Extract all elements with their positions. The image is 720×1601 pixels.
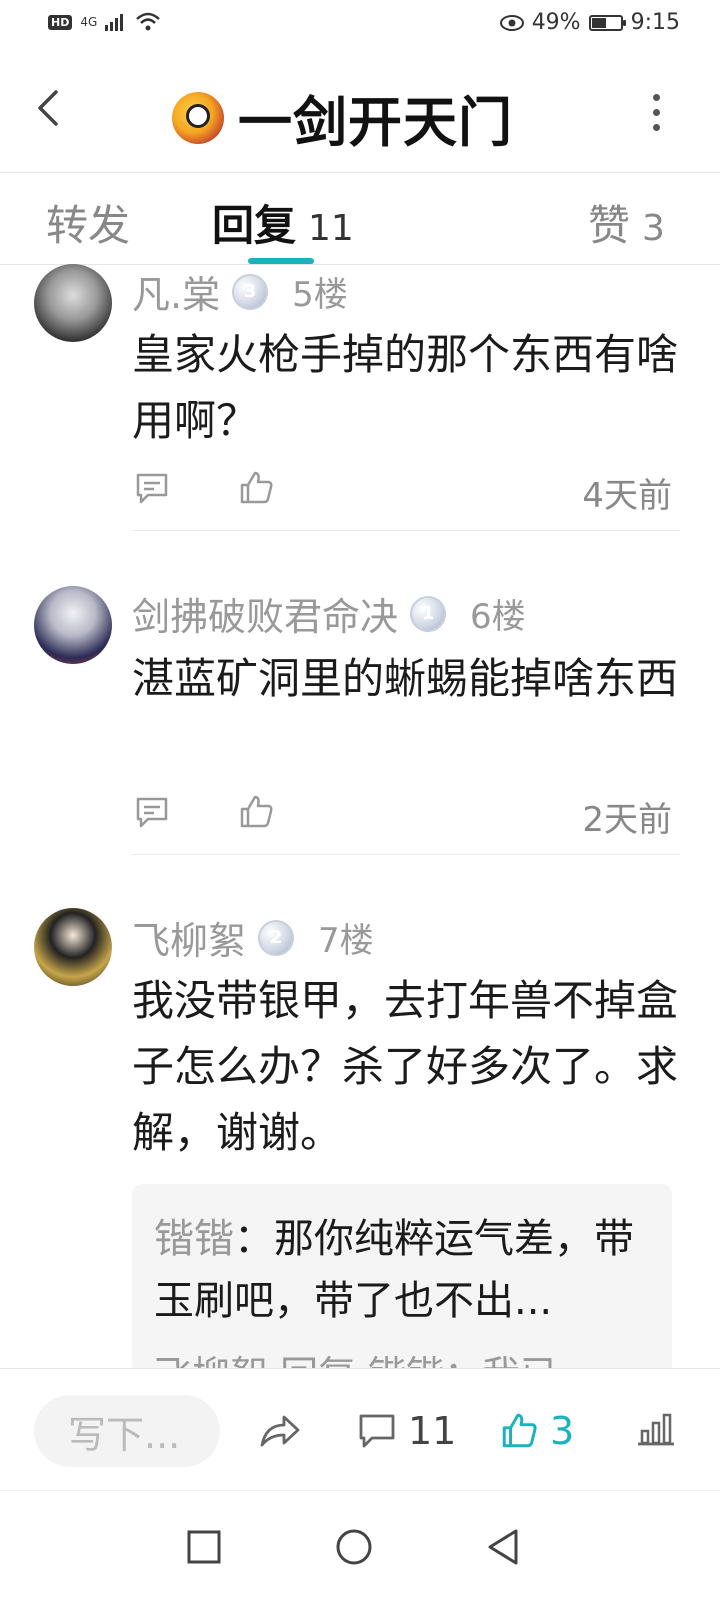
divider bbox=[132, 854, 680, 855]
reply-actions: 2天前 bbox=[132, 794, 672, 840]
reply-content: 皇家火枪手掉的那个东西有啥用啊？ bbox=[132, 330, 679, 445]
like-count: 3 bbox=[550, 1409, 575, 1453]
reply-header: 飞柳絮 2 7楼 bbox=[132, 910, 374, 965]
like-count-button[interactable]: 3 bbox=[500, 1409, 574, 1453]
level-badge: 3 bbox=[232, 273, 269, 310]
comment-icon bbox=[359, 1414, 395, 1448]
like-icon[interactable] bbox=[238, 794, 274, 830]
tab-reply-count: 11 bbox=[308, 208, 354, 249]
tab-reply[interactable]: 回复 11 bbox=[212, 192, 354, 253]
timestamp: 4天前 bbox=[582, 476, 672, 516]
more-dots-icon[interactable] bbox=[652, 94, 660, 131]
stats-icon[interactable] bbox=[636, 1411, 676, 1447]
reply-header: 剑拂破败君命决 1 6楼 bbox=[132, 586, 526, 641]
like-icon[interactable] bbox=[238, 470, 274, 506]
tab-repost-label: 转发 bbox=[46, 201, 131, 250]
comment-icon[interactable] bbox=[134, 794, 170, 830]
bottom-action-bar: 写下... 11 3 bbox=[0, 1368, 720, 1491]
tab-bar: 转发 回复 11 赞 3 bbox=[0, 172, 720, 265]
level-badge: 1 bbox=[410, 595, 447, 632]
comment-input[interactable]: 写下... bbox=[34, 1395, 220, 1467]
home-icon[interactable] bbox=[334, 1527, 374, 1567]
username[interactable]: 剑拂破败君命决 bbox=[132, 586, 398, 641]
tab-reply-label: 回复 bbox=[212, 201, 297, 250]
thumbs-up-icon bbox=[502, 1413, 537, 1448]
username[interactable]: 飞柳絮 bbox=[132, 910, 246, 965]
forum-title-group[interactable]: 一剑开天门 bbox=[172, 78, 513, 157]
signal-icon bbox=[105, 14, 124, 31]
comment-icon[interactable] bbox=[134, 470, 170, 506]
tab-repost[interactable]: 转发 bbox=[46, 192, 130, 253]
network-type: 4G bbox=[80, 15, 98, 29]
battery-percent: 49% bbox=[531, 10, 581, 35]
floor-number: 6楼 bbox=[470, 597, 526, 637]
timestamp: 2天前 bbox=[582, 800, 672, 840]
back-arrow-icon[interactable] bbox=[30, 88, 70, 128]
avatar[interactable] bbox=[34, 264, 112, 342]
clock: 9:15 bbox=[630, 10, 680, 35]
wifi-icon bbox=[136, 12, 161, 31]
header-bar: 一剑开天门 bbox=[0, 48, 720, 173]
battery-icon bbox=[588, 14, 626, 31]
level-badge: 2 bbox=[258, 919, 295, 956]
hd-indicator: HD bbox=[48, 14, 73, 30]
back-nav-icon[interactable] bbox=[484, 1527, 524, 1567]
avatar[interactable] bbox=[34, 908, 112, 986]
eye-icon bbox=[499, 14, 524, 31]
forum-avatar bbox=[172, 91, 224, 144]
comment-count: 11 bbox=[408, 1409, 457, 1453]
nested-reply-box[interactable]: 锴锴：那你纯粹运气差，带玉刷吧，带了也不出... 飞柳絮 回复 锴锴：我已... bbox=[132, 1184, 672, 1374]
username[interactable]: 凡.棠 bbox=[132, 264, 220, 319]
reply-actions: 4天前 bbox=[132, 470, 672, 516]
status-bar: HD 4G 49% 9:15 bbox=[0, 0, 720, 48]
nested-reply: 锴锴：那你纯粹运气差，带玉刷吧，带了也不出... bbox=[154, 1208, 654, 1332]
status-right: 49% 9:15 bbox=[499, 10, 680, 35]
reply-header: 凡.棠 3 5楼 bbox=[132, 264, 348, 319]
reply-content: 湛蓝矿洞里的蜥蜴能掉啥东西 bbox=[132, 654, 679, 703]
status-left: HD 4G bbox=[48, 12, 161, 32]
recent-apps-icon[interactable] bbox=[184, 1527, 224, 1567]
comment-count-button[interactable]: 11 bbox=[358, 1409, 456, 1453]
floor-number: 7楼 bbox=[318, 921, 374, 961]
tab-like-count: 3 bbox=[642, 208, 665, 249]
divider bbox=[132, 530, 680, 531]
page-title: 一剑开天门 bbox=[238, 91, 513, 154]
tab-like[interactable]: 赞 3 bbox=[588, 192, 665, 253]
tab-like-label: 赞 bbox=[588, 201, 631, 250]
reply-content: 我没带银甲，去打年兽不掉盒子怎么办？杀了好多次了。求解，谢谢。 bbox=[132, 976, 679, 1157]
share-icon[interactable] bbox=[258, 1411, 302, 1451]
avatar[interactable] bbox=[34, 586, 112, 664]
floor-number: 5楼 bbox=[292, 275, 348, 315]
system-nav-bar bbox=[0, 1490, 720, 1601]
nested-reply-author[interactable]: 锴锴 bbox=[154, 1216, 234, 1262]
